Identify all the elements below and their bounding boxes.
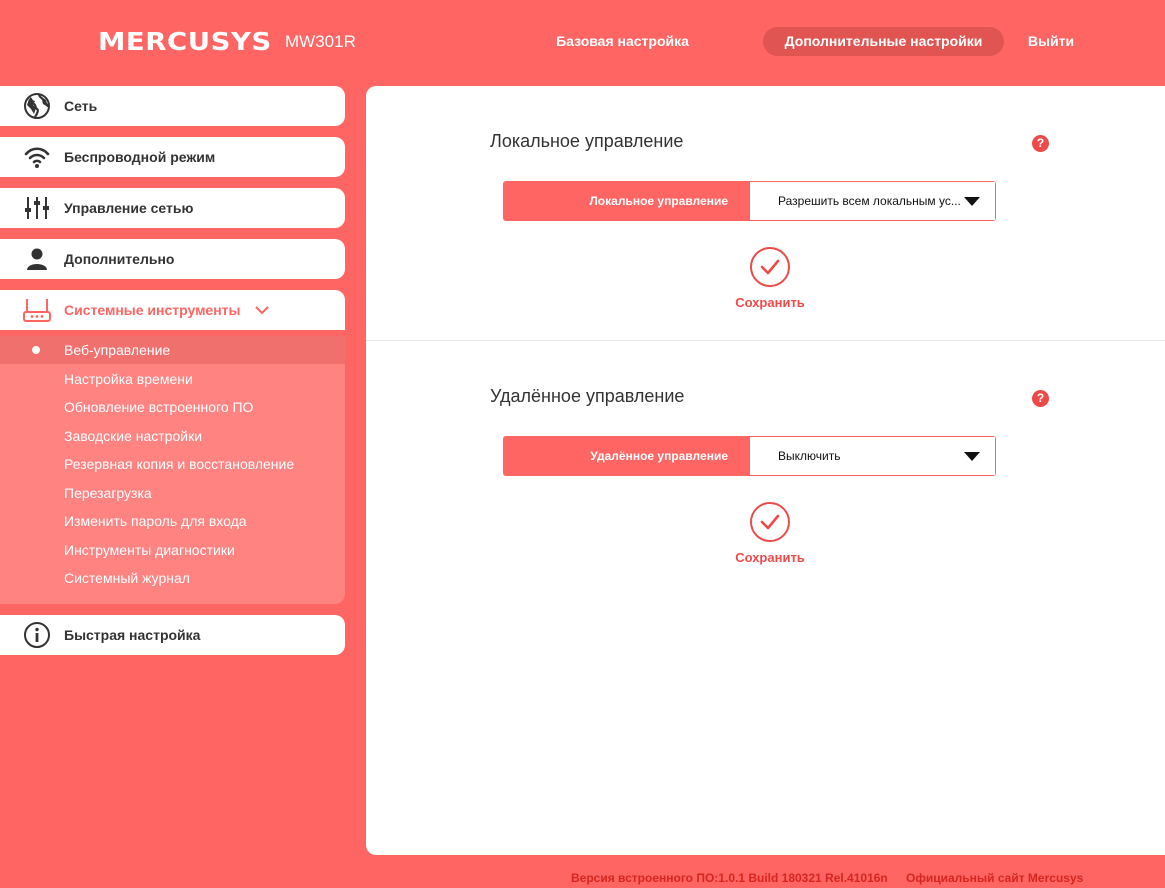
sidebar-item-label: Управление сетью <box>64 200 194 216</box>
submenu-item-firmware-upgrade[interactable]: Обновление встроенного ПО <box>0 393 345 421</box>
sidebar-item-quick-setup[interactable]: Быстрая настройка <box>0 615 345 655</box>
wifi-icon <box>22 143 52 171</box>
local-management-label: Локальное управление <box>504 182 750 220</box>
submenu-item-reboot[interactable]: Перезагрузка <box>0 479 345 507</box>
sliders-icon <box>22 194 52 222</box>
firmware-version: Версия встроенного ПО:1.0.1 Build 180321… <box>571 871 888 885</box>
submenu-item-backup-restore[interactable]: Резервная копия и восстановление <box>0 450 345 478</box>
local-management-field: Локальное управление Разрешить всем лока… <box>503 181 996 221</box>
check-icon <box>750 502 790 542</box>
remote-management-label: Удалённое управление <box>504 437 750 475</box>
submenu-item-diagnostics[interactable]: Инструменты диагностики <box>0 536 345 564</box>
sidebar-item-label: Беспроводной режим <box>64 149 216 165</box>
sidebar-item-advanced[interactable]: Дополнительно <box>0 239 345 279</box>
top-header: MERCUSYS MW301R Базовая настройка Дополн… <box>0 0 1165 84</box>
remote-save-button[interactable]: Сохранить <box>730 502 810 568</box>
remote-management-field: Удалённое управление Выключить <box>503 436 996 476</box>
sidebar-item-network-control[interactable]: Управление сетью <box>0 188 345 228</box>
help-icon[interactable]: ? <box>1032 135 1049 152</box>
save-label: Сохранить <box>735 550 805 565</box>
globe-icon <box>22 92 52 120</box>
router-icon <box>22 296 52 324</box>
sidebar-item-label: Сеть <box>64 98 98 114</box>
local-management-select[interactable]: Разрешить всем локальным ус... <box>750 182 995 220</box>
submenu-item-system-log[interactable]: Системный журнал <box>0 564 345 592</box>
main-content: Локальное управление ? Локальное управле… <box>366 86 1165 855</box>
help-icon[interactable]: ? <box>1032 390 1049 407</box>
local-save-button[interactable]: Сохранить <box>730 247 810 313</box>
remote-management-title: Удалённое управление <box>490 386 685 406</box>
dropdown-arrow-icon <box>964 452 980 461</box>
local-management-value: Разрешить всем локальным ус... <box>778 194 961 208</box>
logout-button[interactable]: Выйти <box>1018 27 1084 56</box>
sidebar-item-system-tools[interactable]: Системные инструменты <box>0 290 345 330</box>
check-icon <box>750 247 790 287</box>
save-label: Сохранить <box>735 295 805 310</box>
nav-basic-settings[interactable]: Базовая настройка <box>545 27 700 56</box>
sidebar-item-label: Дополнительно <box>64 251 175 267</box>
chevron-down-icon <box>254 302 270 318</box>
remote-management-select[interactable]: Выключить <box>750 437 995 475</box>
user-icon <box>22 245 52 273</box>
submenu-item-factory-defaults[interactable]: Заводские настройки <box>0 422 345 450</box>
sidebar-item-network[interactable]: Сеть <box>0 86 345 126</box>
submenu-item-web-management[interactable]: Веб-управление <box>0 336 345 364</box>
model-name: MW301R <box>285 32 356 51</box>
submenu-item-time-settings[interactable]: Настройка времени <box>0 365 345 393</box>
selected-bullet <box>32 346 40 354</box>
local-management-title: Локальное управление <box>490 131 684 151</box>
submenu-item-change-password[interactable]: Изменить пароль для входа <box>0 507 345 535</box>
sidebar-item-label: Быстрая настройка <box>64 627 201 643</box>
sidebar-item-label: Системные инструменты <box>64 302 241 318</box>
section-divider <box>366 340 1165 341</box>
official-site-link[interactable]: Официальный сайт Mercusys <box>906 871 1083 885</box>
sidebar-item-wireless[interactable]: Беспроводной режим <box>0 137 345 177</box>
remote-management-value: Выключить <box>778 449 841 463</box>
dropdown-arrow-icon <box>964 197 980 206</box>
brand-logo: MERCUSYS <box>98 27 272 56</box>
system-tools-submenu: Веб-управление Настройка времени Обновле… <box>0 336 345 604</box>
nav-advanced-settings[interactable]: Дополнительные настройки <box>763 27 1004 56</box>
info-icon <box>22 621 52 649</box>
